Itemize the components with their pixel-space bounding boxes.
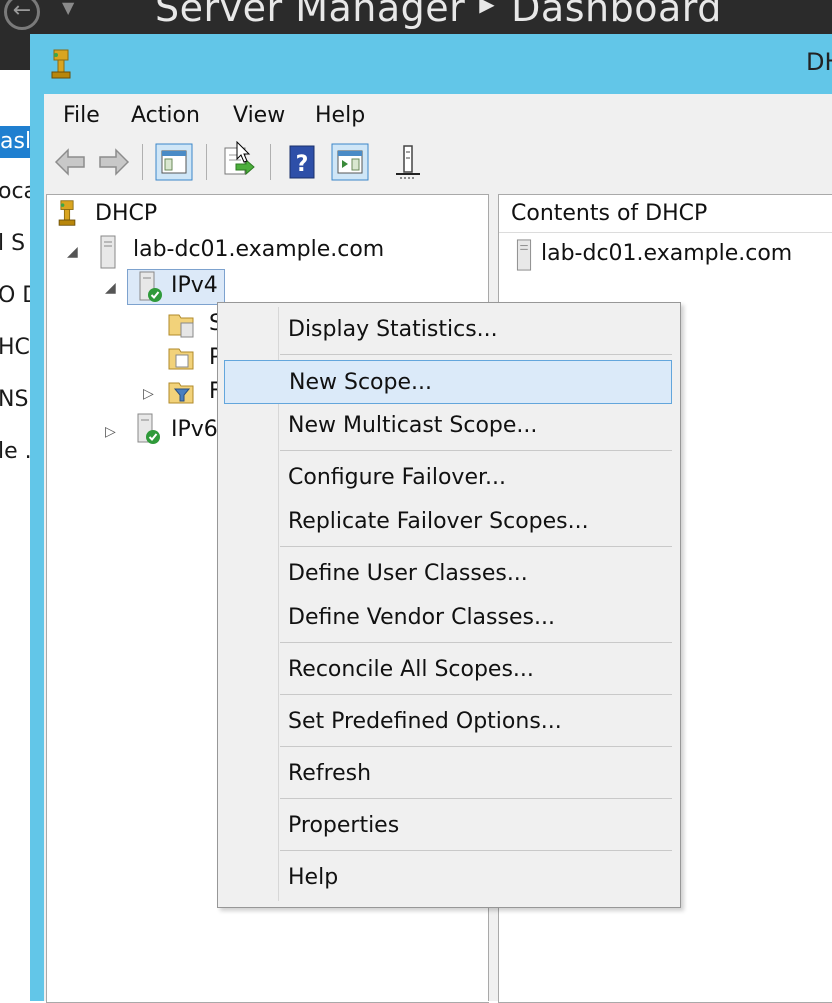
menu-separator bbox=[280, 642, 672, 643]
ipv4-server-icon bbox=[139, 271, 162, 302]
menu-item-help[interactable]: Help bbox=[224, 856, 672, 900]
show-hide-action-pane-icon[interactable] bbox=[330, 142, 370, 182]
show-hide-console-tree-icon[interactable] bbox=[154, 142, 194, 182]
menu-separator bbox=[280, 798, 672, 799]
toolbar-separator bbox=[206, 144, 207, 180]
help-icon[interactable]: ? bbox=[282, 142, 322, 182]
filters-folder-icon bbox=[168, 382, 194, 404]
menu-item-define-vendor-classes[interactable]: Define Vendor Classes... bbox=[224, 596, 672, 640]
mouse-cursor-icon bbox=[236, 141, 251, 163]
menu-item-configure-failover[interactable]: Configure Failover... bbox=[224, 456, 672, 500]
menu-item-set-predefined-options[interactable]: Set Predefined Options... bbox=[224, 700, 672, 744]
ipv6-server-icon bbox=[137, 413, 160, 444]
server-status-icon[interactable] bbox=[388, 142, 428, 182]
menu-item-new-multicast-scope[interactable]: New Multicast Scope... bbox=[224, 404, 672, 448]
forward-arrow-icon[interactable] bbox=[94, 142, 134, 182]
toolbar-separator bbox=[270, 144, 271, 180]
content-list-item[interactable]: lab-dc01.example.com bbox=[541, 237, 792, 271]
menu-view[interactable]: View bbox=[233, 100, 285, 132]
server-icon bbox=[516, 239, 532, 271]
tree-node-server[interactable]: lab-dc01.example.com bbox=[133, 233, 384, 267]
expand-down-icon[interactable]: ◢ bbox=[67, 245, 81, 259]
menu-separator bbox=[280, 546, 672, 547]
menu-help[interactable]: Help bbox=[315, 100, 365, 132]
menu-item-reconcile-all-scopes[interactable]: Reconcile All Scopes... bbox=[224, 648, 672, 692]
nav-dropdown-icon[interactable]: ▼ bbox=[62, 0, 74, 17]
tree-node-ipv6[interactable]: IPv6 bbox=[171, 413, 218, 447]
menu-item-replicate-failover-scopes[interactable]: Replicate Failover Scopes... bbox=[224, 500, 672, 544]
menu-action[interactable]: Action bbox=[131, 100, 200, 132]
menu-separator bbox=[280, 694, 672, 695]
context-menu: Display Statistics... New Scope... New M… bbox=[217, 302, 681, 908]
dhcp-root-icon bbox=[58, 200, 76, 226]
menu-separator bbox=[280, 746, 672, 747]
toolbar: ? bbox=[44, 138, 832, 188]
expand-down-icon[interactable]: ◢ bbox=[105, 281, 119, 295]
menu-file[interactable]: File bbox=[63, 100, 100, 132]
policies-folder-icon bbox=[168, 348, 194, 370]
server-options-folder-icon bbox=[168, 314, 194, 338]
menu-separator bbox=[280, 850, 672, 851]
dhcp-window-titlebar[interactable]: DH bbox=[30, 34, 832, 94]
breadcrumb-separator-icon: ▶ bbox=[479, 0, 496, 16]
menu-separator bbox=[280, 354, 672, 355]
dhcp-app-icon bbox=[51, 49, 71, 79]
back-circle-icon[interactable]: ← bbox=[4, 0, 40, 30]
column-header[interactable]: Contents of DHCP bbox=[499, 195, 832, 233]
menu-item-display-statistics[interactable]: Display Statistics... bbox=[224, 308, 672, 352]
server-manager-title-text: Server Manager bbox=[155, 0, 466, 30]
server-manager-title: Server Manager ▶ Dashboard bbox=[155, 0, 722, 30]
svg-text:?: ? bbox=[296, 152, 309, 177]
toolbar-separator bbox=[142, 144, 143, 180]
menu-item-new-scope[interactable]: New Scope... bbox=[224, 360, 672, 404]
menu-item-properties[interactable]: Properties bbox=[224, 804, 672, 848]
tree-node-ipv4[interactable]: IPv4 bbox=[171, 269, 218, 303]
expand-right-icon[interactable]: ▷ bbox=[143, 387, 157, 401]
expand-right-icon[interactable]: ▷ bbox=[105, 425, 119, 439]
tree-node-dhcp[interactable]: DHCP bbox=[95, 197, 157, 231]
dhcp-window-title: DH bbox=[806, 48, 832, 76]
menu-item-define-user-classes[interactable]: Define User Classes... bbox=[224, 552, 672, 596]
menu-item-refresh[interactable]: Refresh bbox=[224, 752, 672, 796]
server-manager-subtitle: Dashboard bbox=[511, 0, 722, 30]
menu-bar: File Action View Help bbox=[44, 94, 832, 138]
back-arrow-icon[interactable] bbox=[50, 142, 90, 182]
server-icon bbox=[100, 235, 116, 269]
menu-separator bbox=[280, 450, 672, 451]
